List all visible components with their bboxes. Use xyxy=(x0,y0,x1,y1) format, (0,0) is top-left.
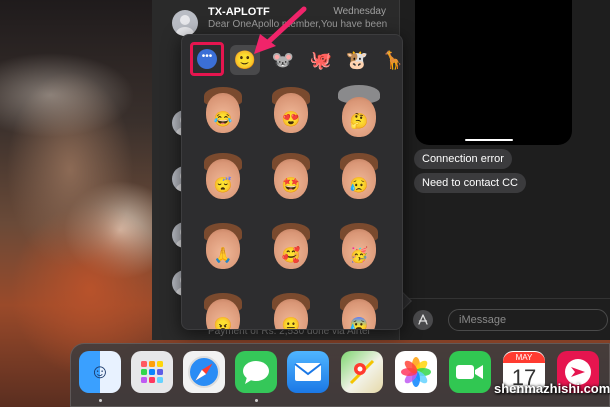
launchpad-grid-icon xyxy=(141,361,163,383)
maps-icon[interactable] xyxy=(341,351,383,393)
message-bubble[interactable]: Connection error xyxy=(414,149,512,169)
compass-icon xyxy=(188,356,220,388)
map-pin-icon xyxy=(349,359,375,385)
memoji-sticker[interactable]: 🤩 xyxy=(266,153,316,207)
dock: ☺ MAY 17 xyxy=(70,343,610,407)
more-packs-button[interactable]: ••• xyxy=(190,42,224,76)
cow-pack-tab[interactable]: 🐮 xyxy=(342,45,372,75)
octopus-pack-tab[interactable]: 🐙 xyxy=(306,45,336,75)
speech-bubble-icon xyxy=(243,361,269,384)
memoji-sticker[interactable]: 😰 xyxy=(334,293,384,330)
flower-icon xyxy=(401,357,431,387)
memoji-sticker[interactable]: 🙏 xyxy=(198,223,248,277)
launchpad-icon[interactable] xyxy=(131,351,173,393)
calendar-month: MAY xyxy=(503,351,545,363)
envelope-icon xyxy=(294,363,322,381)
more-icon: ••• xyxy=(197,49,217,69)
image-message[interactable] xyxy=(415,0,572,145)
memoji-sticker[interactable]: 😐 xyxy=(266,293,316,330)
angry-face-icon: 😠 xyxy=(213,317,233,330)
finder-icon[interactable]: ☺ xyxy=(79,351,121,393)
praying-icon: 🙏 xyxy=(213,247,233,264)
photos-icon[interactable] xyxy=(395,351,437,393)
memoji-sticker[interactable]: 🤔 xyxy=(334,85,384,141)
running-indicator xyxy=(255,399,258,402)
memoji-sticker[interactable]: 😍 xyxy=(266,87,316,141)
sad-face-icon: 😥 xyxy=(349,177,369,194)
sticker-popover: ••• 🙂 🐭 🐙 🐮 🦒 😂 😍 🤔 😴 🤩 😥 🙏 🥰 🥳 😠 😐 😰 xyxy=(181,34,403,330)
conversation-date: Wednesday xyxy=(333,6,386,17)
sleeping-face-icon: 😴 xyxy=(213,177,233,194)
heart-eyes-face-icon: 😍 xyxy=(281,111,301,128)
memoji-sticker[interactable]: 😴 xyxy=(198,153,248,207)
party-face-icon: 🥳 xyxy=(349,247,369,264)
contact-avatar xyxy=(172,10,198,36)
memoji-sticker[interactable]: 😥 xyxy=(334,153,384,207)
giraffe-pack-tab[interactable]: 🦒 xyxy=(378,45,402,75)
running-indicator xyxy=(99,399,102,402)
cold-sweat-face-icon: 😰 xyxy=(349,317,369,330)
laughing-face-icon: 😂 xyxy=(213,111,233,128)
mail-icon[interactable] xyxy=(287,351,329,393)
chat-pane: Connection error Need to contact CC xyxy=(400,0,610,340)
neutral-face-icon: 😐 xyxy=(281,317,301,330)
message-bubble[interactable]: Need to contact CC xyxy=(414,173,526,193)
video-camera-icon xyxy=(456,365,483,379)
imessage-input[interactable] xyxy=(448,309,608,331)
memoji-sticker[interactable]: 😠 xyxy=(198,293,248,330)
memoji-sticker[interactable]: 🥰 xyxy=(266,223,316,277)
thinking-face-icon: 🤔 xyxy=(349,113,369,130)
hearts-face-icon: 🥰 xyxy=(281,247,301,264)
app-store-icon xyxy=(418,314,428,325)
watermark: shenmazhishi.com xyxy=(494,381,610,396)
memoji-sticker[interactable]: 🥳 xyxy=(334,223,384,277)
facetime-icon[interactable] xyxy=(449,351,491,393)
star-eyes-face-icon: 🤩 xyxy=(281,177,301,194)
compose-bar xyxy=(400,298,610,340)
sticker-grid: 😂 😍 🤔 😴 🤩 😥 🙏 🥰 🥳 😠 😐 😰 xyxy=(182,83,402,330)
memoji-sticker[interactable]: 😂 xyxy=(198,87,248,141)
messages-icon[interactable] xyxy=(235,351,277,393)
safari-icon[interactable] xyxy=(183,351,225,393)
pointer-arrow-icon xyxy=(254,6,307,54)
app-store-button[interactable] xyxy=(413,310,433,330)
